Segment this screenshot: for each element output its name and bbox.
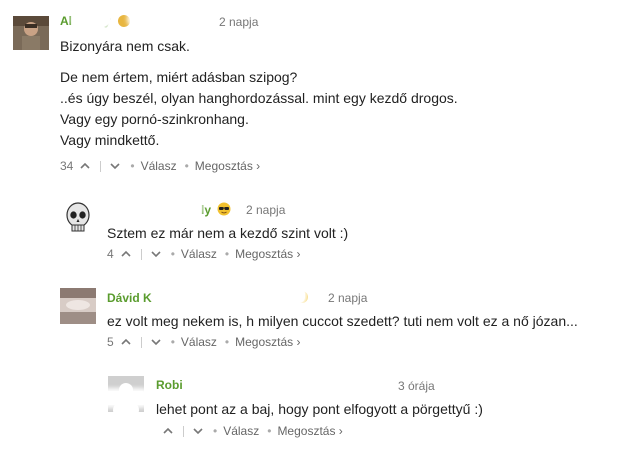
author-name[interactable]: Dávid K — [107, 291, 152, 305]
vote-count: 4 — [107, 247, 114, 261]
downvote-chevron-icon[interactable] — [149, 335, 163, 349]
timestamp[interactable]: 2 napja — [219, 15, 258, 29]
comment-actions: 5 • Válasz • Megosztás › — [107, 333, 300, 351]
upvote-chevron-icon[interactable] — [119, 335, 133, 349]
separator-dot: • — [224, 335, 230, 349]
redaction — [130, 13, 210, 25]
comment-actions: 4 • Válasz • Megosztás › — [107, 245, 300, 263]
comment-line: ..és úgy beszél, olyan hanghordozással. … — [60, 90, 458, 106]
downvote-chevron-icon[interactable] — [108, 159, 122, 173]
comment-line: De nem értem, miért adásban szipog? — [60, 69, 298, 85]
separator-dot: • — [213, 424, 218, 438]
timestamp[interactable]: 2 napja — [328, 291, 367, 305]
avatar[interactable] — [60, 200, 96, 236]
emoji-icon — [118, 15, 131, 27]
reply-button[interactable]: Válasz — [181, 335, 217, 349]
downvote-chevron-icon[interactable] — [191, 424, 205, 438]
author-name[interactable]: Al — [60, 14, 72, 28]
avatar[interactable] — [60, 288, 96, 324]
comment-actions: • Válasz • Megosztás › — [156, 422, 343, 440]
divider — [140, 336, 142, 348]
comment-text: lehet pont az a baj, hogy pont elfogyott… — [156, 401, 483, 417]
comment-line: Vagy mindkettő. — [60, 132, 160, 148]
reply-button[interactable]: Válasz — [141, 159, 177, 173]
vote-count: 34 — [60, 159, 74, 173]
comment-actions: 34 • Válasz • Megosztás › — [60, 157, 260, 175]
redaction — [100, 391, 148, 405]
author-name-tail[interactable]: ly — [201, 203, 211, 217]
comment-text: Bizonyára nem csak. De nem értem, miért … — [60, 36, 458, 151]
user-photo-icon — [60, 288, 96, 324]
share-button[interactable]: Megosztás › — [235, 335, 300, 349]
reply-button[interactable]: Válasz — [223, 424, 259, 438]
timestamp[interactable]: 3 órája — [398, 379, 435, 393]
separator-dot: • — [130, 159, 135, 173]
redaction — [190, 377, 385, 391]
separator-dot: • — [184, 159, 189, 173]
skull-icon — [66, 202, 90, 232]
separator-dot: • — [170, 335, 175, 349]
downvote-chevron-icon[interactable] — [149, 247, 163, 261]
upvote-chevron-icon[interactable] — [161, 424, 175, 438]
vote-count: 5 — [107, 335, 114, 349]
separator-dot: • — [170, 247, 175, 261]
redaction — [165, 288, 305, 303]
divider — [100, 160, 102, 172]
sunglasses-emoji-icon — [217, 202, 231, 219]
redaction — [104, 200, 200, 215]
separator-dot: • — [267, 424, 272, 438]
comment-text: ez volt meg nekem is, h milyen cuccot sz… — [107, 313, 578, 329]
user-photo-icon — [13, 16, 49, 50]
comment-line: Vagy egy pornó-szinkronhang. — [60, 111, 249, 127]
divider — [183, 425, 184, 437]
divider — [140, 248, 142, 260]
comment-paragraph: Bizonyára nem csak. — [60, 38, 190, 54]
share-button[interactable]: Megosztás › — [195, 159, 260, 173]
redaction — [74, 12, 110, 26]
share-button[interactable]: Megosztás › — [277, 424, 342, 438]
avatar[interactable] — [13, 16, 49, 50]
comment-text: Sztem ez már nem a kezdő szint volt :) — [107, 225, 349, 241]
upvote-chevron-icon[interactable] — [78, 159, 92, 173]
timestamp[interactable]: 2 napja — [246, 203, 285, 217]
upvote-chevron-icon[interactable] — [119, 247, 133, 261]
separator-dot: • — [224, 247, 230, 261]
share-button[interactable]: Megosztás › — [235, 247, 300, 261]
reply-button[interactable]: Válasz — [181, 247, 217, 261]
author-name[interactable]: Robi — [156, 378, 183, 392]
